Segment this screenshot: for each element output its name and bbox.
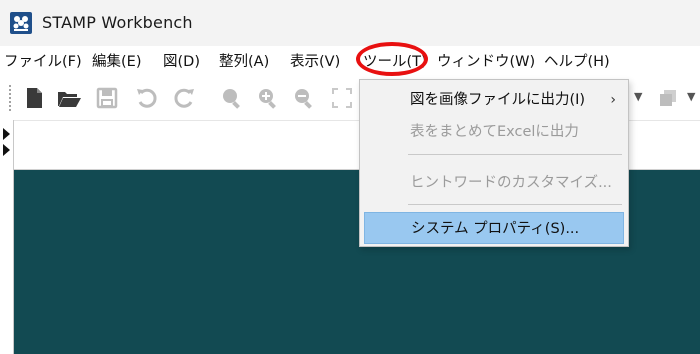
menu-diagram[interactable]: 図(D)	[163, 51, 200, 73]
layers-icon[interactable]	[655, 84, 683, 112]
menu-view[interactable]: 表示(V)	[290, 51, 340, 73]
menu-align[interactable]: 整列(A)	[219, 51, 269, 73]
menu-window[interactable]: ウィンドウ(W)	[437, 51, 535, 73]
zoom-icon[interactable]	[218, 84, 246, 112]
submenu-arrow-icon: ›	[610, 92, 616, 108]
tools-menu-dropdown: 図を画像ファイルに出力(I) › 表をまとめてExcelに出力 ヒントワードのカ…	[359, 79, 629, 247]
fit-screen-icon[interactable]	[328, 84, 356, 112]
menu-item-label: システム プロパティ(S)...	[411, 221, 580, 237]
menu-file[interactable]: ファイル(F)	[4, 51, 82, 73]
zoom-in-icon[interactable]	[254, 84, 282, 112]
menu-item-system-properties[interactable]: システム プロパティ(S)...	[364, 212, 624, 244]
menu-bar: ファイル(F) 編集(E) 図(D) 整列(A) 表示(V) ツール(T) ウィ…	[0, 46, 700, 76]
menu-item-export-image[interactable]: 図を画像ファイルに出力(I) ›	[364, 84, 624, 116]
toolbar-grip[interactable]	[8, 84, 12, 112]
toolbar-dropdown-arrow-icon[interactable]: ▼	[634, 90, 642, 103]
undo-icon[interactable]	[133, 84, 161, 112]
menu-item-label: 表をまとめてExcelに出力	[410, 124, 579, 140]
toolbar-overflow-arrow-icon[interactable]: ▼	[687, 90, 695, 103]
expand-arrow-icon[interactable]	[3, 128, 10, 140]
menu-item-label: 図を画像ファイルに出力(I)	[410, 92, 586, 108]
menu-edit[interactable]: 編集(E)	[92, 51, 141, 73]
new-file-icon[interactable]	[20, 84, 48, 112]
menu-tools[interactable]: ツール(T)	[363, 51, 427, 73]
menu-item-export-excel[interactable]: 表をまとめてExcelに出力	[364, 116, 624, 148]
window-title: STAMP Workbench	[42, 13, 193, 32]
redo-icon[interactable]	[170, 84, 198, 112]
stamp-app-icon	[10, 12, 32, 34]
menu-item-label: ヒントワードのカスタマイズ...	[410, 175, 612, 191]
title-bar: STAMP Workbench	[0, 0, 700, 46]
menu-help[interactable]: ヘルプ(H)	[544, 51, 610, 73]
menu-separator	[408, 154, 622, 155]
zoom-out-icon[interactable]	[290, 84, 318, 112]
menu-separator	[408, 204, 622, 205]
open-folder-icon[interactable]	[55, 84, 83, 112]
expand-arrow-icon[interactable]	[3, 144, 10, 156]
menu-item-customize-hint-words[interactable]: ヒントワードのカスタマイズ...	[364, 167, 624, 199]
left-panel-strip	[0, 120, 14, 354]
save-icon[interactable]	[93, 84, 121, 112]
